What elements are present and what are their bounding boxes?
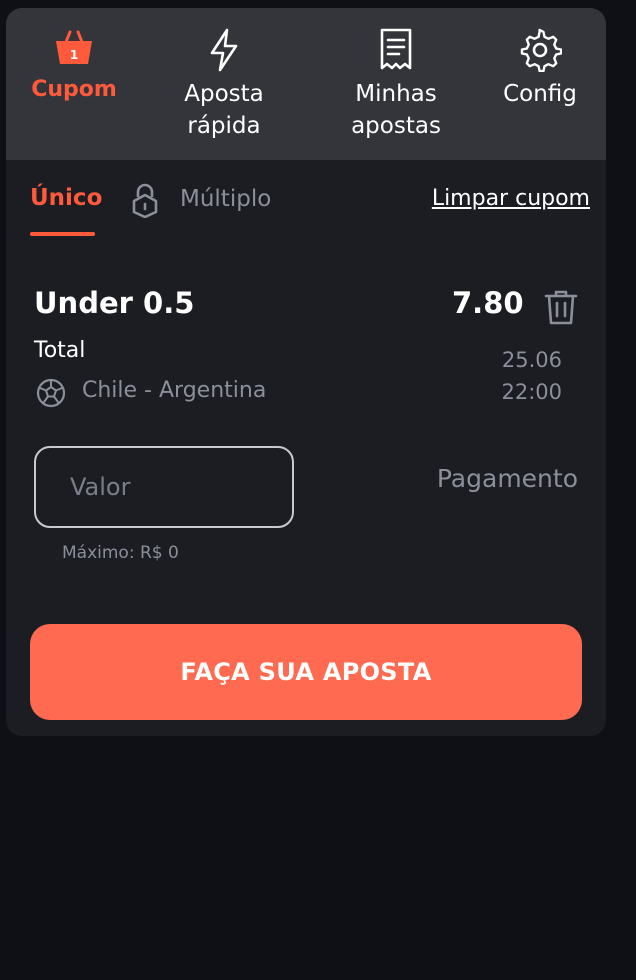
nav-item-aposta-rapida[interactable]: Aposta rápida [154,8,294,160]
match-name: Chile - Argentina [82,378,267,403]
match-datetime: 25.06 22:00 [501,344,562,408]
active-tab-indicator [30,232,95,236]
tab-unico[interactable]: Único [30,185,102,211]
bet-market: Total [34,338,86,363]
nav-item-cupom[interactable]: 1 Cupom [6,8,142,160]
clear-slip-link[interactable]: Limpar cupom [432,186,590,211]
bet-selection: Under 0.5 [34,286,195,320]
nav-item-label: Config [503,81,577,107]
soccer-ball-icon [36,378,66,412]
trash-icon[interactable] [544,288,578,330]
cart-count-badge: 1 [69,48,79,62]
match-date: 25.06 [501,348,562,372]
nav-item-config[interactable]: Config [486,8,594,160]
bet-type-tabs: Único Múltiplo Limpar cupom [6,160,606,250]
nav-item-minhas-apostas[interactable]: Minhas apostas [326,8,466,160]
stake-input[interactable] [36,448,292,526]
nav-item-label: Minhas apostas [351,81,441,139]
payout-label: Pagamento [436,464,578,493]
receipt-icon [379,28,413,76]
tab-multiplo[interactable]: Múltiplo [180,186,271,212]
max-stake-label: Máximo: R$ 0 [62,543,179,563]
bet-odds: 7.80 [452,286,524,320]
nav-item-label: Cupom [31,77,117,102]
nav-item-label: Aposta rápida [184,81,264,139]
match-time: 22:00 [501,380,562,404]
gear-icon [518,28,563,76]
place-bet-button[interactable]: FAÇA SUA APOSTA [30,624,582,720]
lock-icon [130,182,160,222]
stake-input-box[interactable] [34,446,294,528]
lightning-icon [207,28,241,76]
bet-slip-panel: 1 Cupom Aposta rápida Minhas apostas Con… [6,8,606,736]
top-navigation: 1 Cupom Aposta rápida Minhas apostas Con… [6,8,606,160]
